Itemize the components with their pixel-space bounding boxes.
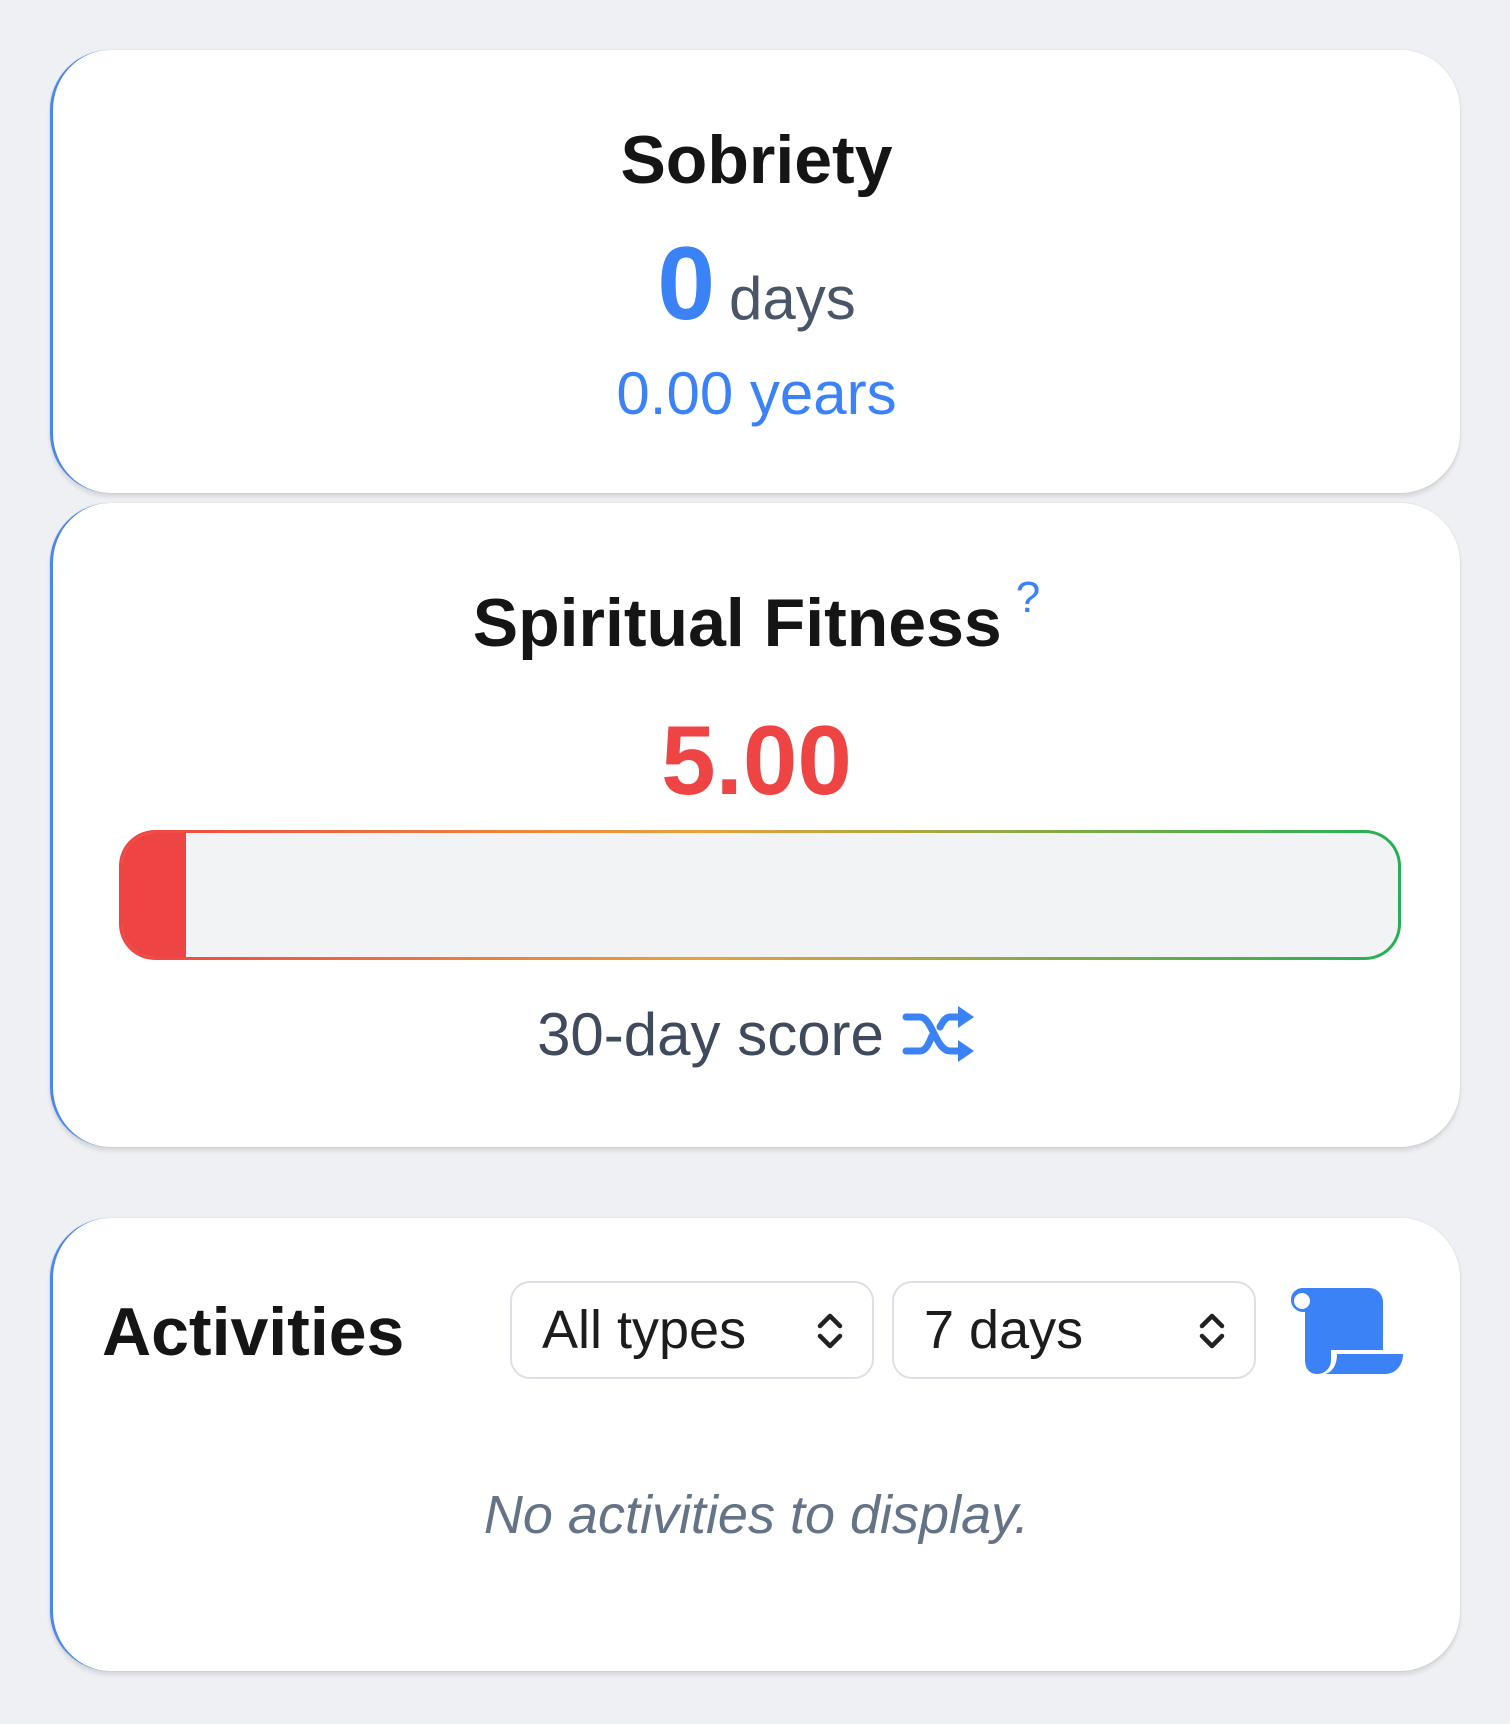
- sobriety-card: Sobriety 0 days 0.00 years: [50, 50, 1460, 493]
- sobriety-title: Sobriety: [620, 122, 893, 198]
- spiritual-fitness-title-row: Spiritual Fitness?: [53, 573, 1460, 658]
- spiritual-fitness-card: Spiritual Fitness? 5.00 30-day score: [50, 503, 1460, 1147]
- spiritual-fitness-score: 5.00: [661, 705, 852, 815]
- sobriety-days-unit: days: [729, 265, 856, 332]
- activity-type-select[interactable]: All types: [510, 1281, 874, 1379]
- spiritual-fitness-progress-bar: [119, 830, 1401, 960]
- sobriety-days-count: 0: [657, 226, 716, 342]
- time-range-select[interactable]: 7 days: [892, 1281, 1256, 1379]
- sobriety-years: 0.00 years: [616, 360, 897, 427]
- empty-activities-message: No activities to display.: [483, 1485, 1030, 1545]
- score-caption: 30-day score: [537, 1001, 884, 1068]
- progress-track: [122, 833, 1398, 957]
- score-caption-row: 30-day score: [53, 1003, 1460, 1075]
- time-range-select-value: 7 days: [924, 1300, 1084, 1360]
- shuffle-icon[interactable]: [902, 1003, 976, 1075]
- activity-type-select-value: All types: [542, 1300, 747, 1360]
- spiritual-fitness-title: Spiritual Fitness: [472, 585, 1002, 661]
- help-icon[interactable]: ?: [1016, 573, 1040, 622]
- select-arrows-icon: [1199, 1313, 1225, 1349]
- sobriety-days: 0 days: [53, 232, 1460, 336]
- progress-fill: [122, 833, 186, 957]
- activities-title: Activities: [102, 1294, 405, 1370]
- select-arrows-icon: [817, 1313, 843, 1349]
- scroll-icon[interactable]: [1291, 1288, 1407, 1379]
- activities-card: Activities All types 7 days No activitie…: [50, 1218, 1460, 1671]
